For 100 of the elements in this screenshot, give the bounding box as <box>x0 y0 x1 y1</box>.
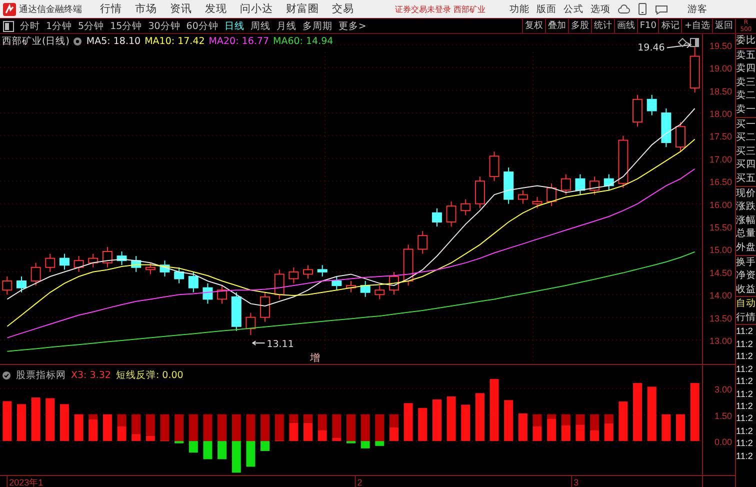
axis-label: 15.00 <box>709 245 732 256</box>
axis-label: 16.50 <box>709 177 732 188</box>
toolbar-button[interactable]: 叠加 <box>544 19 568 33</box>
cloud-icon[interactable] <box>618 4 630 14</box>
period-tab[interactable]: 15分钟 <box>110 20 142 32</box>
quote-label: 外盘 <box>736 240 756 256</box>
menu-item[interactable]: 发现 <box>205 2 227 16</box>
candlestick <box>174 266 184 284</box>
annotation: 19.46 <box>638 42 665 54</box>
period-tab[interactable]: 5分钟 <box>78 20 104 32</box>
toolbar-button[interactable]: F10 <box>636 19 658 33</box>
candlestick <box>504 167 514 204</box>
indicator-value: MA10: 17.42 <box>144 36 205 47</box>
time-axis-label: 2 <box>357 478 362 487</box>
menu-item[interactable]: 问小达 <box>240 2 273 16</box>
candlestick <box>30 262 41 286</box>
candlestick <box>518 190 528 204</box>
period-tab[interactable]: 更多> <box>338 20 366 32</box>
candlestick <box>45 253 56 272</box>
indicator-legend: 短线反弹: 0.00 <box>116 369 184 382</box>
candlestick <box>74 256 84 272</box>
axis-label: 15.50 <box>709 222 732 233</box>
candlestick <box>388 271 399 296</box>
settings-icon[interactable] <box>73 37 82 46</box>
toolbar-button[interactable]: 复权 <box>522 19 545 33</box>
candlestick <box>288 266 299 284</box>
quote-label: 买一 <box>736 118 756 132</box>
price-annotation: 19.46 <box>638 42 692 54</box>
period-tab[interactable]: 30分钟 <box>148 20 180 32</box>
candlestick <box>546 182 557 207</box>
user-name[interactable]: 游客 <box>688 2 708 16</box>
axis-label: 19.00 <box>709 64 732 74</box>
toolbar-button[interactable]: 多股 <box>568 19 591 33</box>
quote-label: 总量 <box>736 227 756 241</box>
system-menu-item[interactable]: 功能 <box>510 2 530 16</box>
system-menu-item[interactable]: 公式 <box>564 2 584 16</box>
diamond-icon[interactable] <box>678 38 687 47</box>
quote-label: 11:2 <box>736 450 754 462</box>
axis-label: 14.00 <box>709 290 732 301</box>
quote-label: 11:2 <box>736 388 754 400</box>
settings-icon[interactable] <box>2 371 11 380</box>
quote-label: 现价 <box>736 186 756 200</box>
event-marker: 增 <box>310 353 320 364</box>
period-tab[interactable]: 1分钟 <box>46 20 72 32</box>
quote-label: 11:2 <box>736 437 754 450</box>
message-icon[interactable] <box>654 4 668 14</box>
system-menu-item[interactable]: 版面 <box>536 2 557 16</box>
indicator-legend: 股票指标网 <box>16 369 66 382</box>
period-tab[interactable]: 月线 <box>276 20 296 32</box>
toolbar-button[interactable]: +自选 <box>681 19 712 33</box>
panel-toggle-icon[interactable] <box>3 20 14 32</box>
indicator-legend: X3: 3.32 <box>71 370 111 381</box>
candlestick <box>604 174 614 191</box>
toolbar-button[interactable]: 标记 <box>658 19 682 33</box>
candlestick <box>590 176 600 196</box>
candlestick <box>632 94 643 128</box>
axis-label: 17.00 <box>709 154 732 164</box>
toolbar-button[interactable]: 画线 <box>614 19 637 33</box>
candlestick <box>418 230 428 254</box>
period-tab[interactable]: 日线 <box>224 20 244 32</box>
quote-label: 换手 <box>736 256 756 270</box>
chart-title: 西部矿业(日线) <box>2 35 70 48</box>
candlestick <box>618 135 628 188</box>
quote-label: 11:2 <box>736 362 754 376</box>
toolbar-button[interactable]: 返回 <box>712 19 735 33</box>
quote-label: 11:2 <box>736 424 754 438</box>
axis-label: 14.50 <box>709 268 732 278</box>
quote-label: 卖四 <box>736 62 756 76</box>
quote-label: 买四 <box>736 158 756 172</box>
period-tab[interactable]: 分时 <box>20 20 40 32</box>
candlestick <box>188 271 198 293</box>
candlestick <box>460 198 471 216</box>
phone-icon[interactable] <box>638 3 647 15</box>
quote-label: 自动 <box>736 297 756 311</box>
candlestick <box>131 256 142 272</box>
quote-label: 11:2 <box>736 375 754 388</box>
quote-label: 收益 <box>736 282 756 298</box>
candlestick <box>116 251 127 266</box>
toolbar-button[interactable]: 统计 <box>590 19 614 33</box>
axis-label: 3.00 <box>714 384 732 395</box>
candlestick <box>403 244 414 286</box>
period-tab[interactable]: 周线 <box>250 20 270 32</box>
annotation: 13.11 <box>266 339 294 350</box>
time-axis-label: 3 <box>574 478 579 487</box>
quote-label: 行情 <box>736 310 756 326</box>
menu-item[interactable]: 财富圈 <box>286 2 319 16</box>
quote-label: 11:2 <box>736 350 754 363</box>
menu-item[interactable]: 行情 <box>100 2 122 16</box>
login-status[interactable]: 证券交易未登录 西部矿业 <box>395 4 486 14</box>
window-icon[interactable] <box>690 38 699 47</box>
system-menu-item[interactable]: 选项 <box>590 2 611 16</box>
menu-item[interactable]: 资讯 <box>170 2 192 16</box>
candlestick <box>346 280 356 293</box>
candlestick <box>374 285 385 300</box>
menu-item[interactable]: 交易 <box>332 2 354 16</box>
menu-item[interactable]: 市场 <box>135 2 157 16</box>
period-tab[interactable]: 60分钟 <box>186 20 218 32</box>
period-tab[interactable]: 多周期 <box>302 20 332 32</box>
candlestick <box>489 151 500 182</box>
candlestick <box>88 253 98 268</box>
